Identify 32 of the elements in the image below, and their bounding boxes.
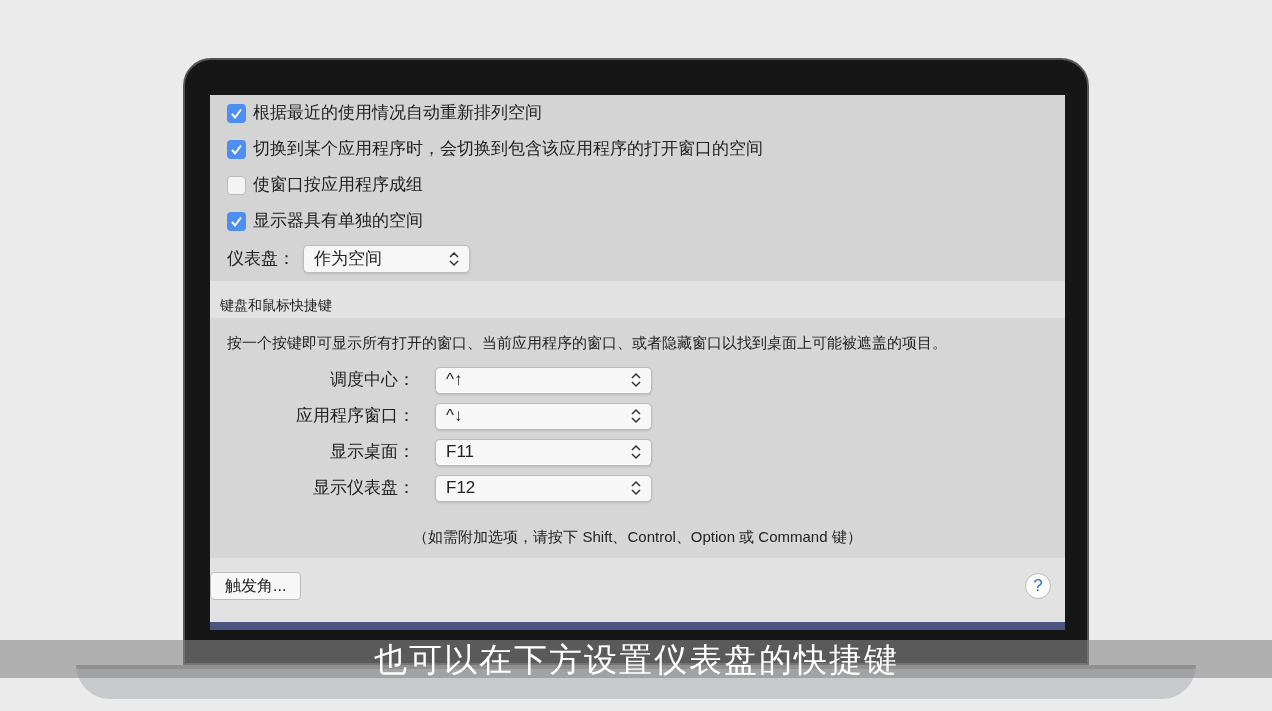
stepper-icon bbox=[449, 251, 459, 267]
checkbox[interactable] bbox=[227, 103, 246, 123]
stepper-icon bbox=[631, 480, 641, 496]
stepper-icon bbox=[631, 408, 641, 424]
shortcut-dropdown[interactable]: F11 bbox=[435, 438, 652, 466]
checkmark-icon bbox=[230, 106, 243, 120]
hot-corners-button[interactable]: 触发角... bbox=[210, 572, 302, 600]
checkbox-label: 使窗口按应用程序成组 bbox=[253, 174, 423, 197]
checkmark-icon bbox=[230, 214, 243, 228]
checkmark-icon bbox=[230, 142, 243, 156]
shortcut-label: 调度中心： bbox=[330, 369, 415, 392]
dashboard-label: 仪表盘： bbox=[227, 248, 295, 271]
help-button[interactable]: ? bbox=[1025, 573, 1051, 599]
shortcut-label: 显示仪表盘： bbox=[313, 477, 415, 500]
shortcut-label: 应用程序窗口： bbox=[296, 405, 415, 428]
modifier-note: （如需附加选项，请按下 Shift、Control、Option 或 Command 键） bbox=[413, 526, 862, 547]
checkbox-label: 切换到某个应用程序时，会切换到包含该应用程序的打开窗口的空间 bbox=[253, 138, 763, 161]
shortcut-label: 显示桌面： bbox=[330, 441, 415, 464]
section-title: 键盘和鼠标快捷键 bbox=[220, 296, 332, 315]
checkbox[interactable] bbox=[227, 139, 246, 159]
shortcut-dropdown[interactable]: ^↓ bbox=[435, 402, 652, 430]
checkbox[interactable] bbox=[227, 211, 246, 231]
checkbox-label: 根据最近的使用情况自动重新排列空间 bbox=[253, 102, 542, 125]
subtitle-text: 也可以在下方设置仪表盘的快捷键 bbox=[373, 642, 899, 676]
checkbox[interactable] bbox=[227, 175, 246, 195]
stepper-icon bbox=[631, 372, 641, 388]
dashboard-dropdown[interactable]: 作为空间 bbox=[303, 245, 470, 273]
checkbox-label: 显示器具有单独的空间 bbox=[253, 210, 423, 233]
stepper-icon bbox=[631, 444, 641, 460]
description-text: 按一个按键即可显示所有打开的窗口、当前应用程序的窗口、或者隐藏窗口以找到桌面上可能被遮盖的项目。 bbox=[227, 333, 947, 353]
shortcut-dropdown[interactable]: ^↑ bbox=[435, 366, 652, 394]
shortcut-dropdown[interactable]: F12 bbox=[435, 474, 652, 502]
